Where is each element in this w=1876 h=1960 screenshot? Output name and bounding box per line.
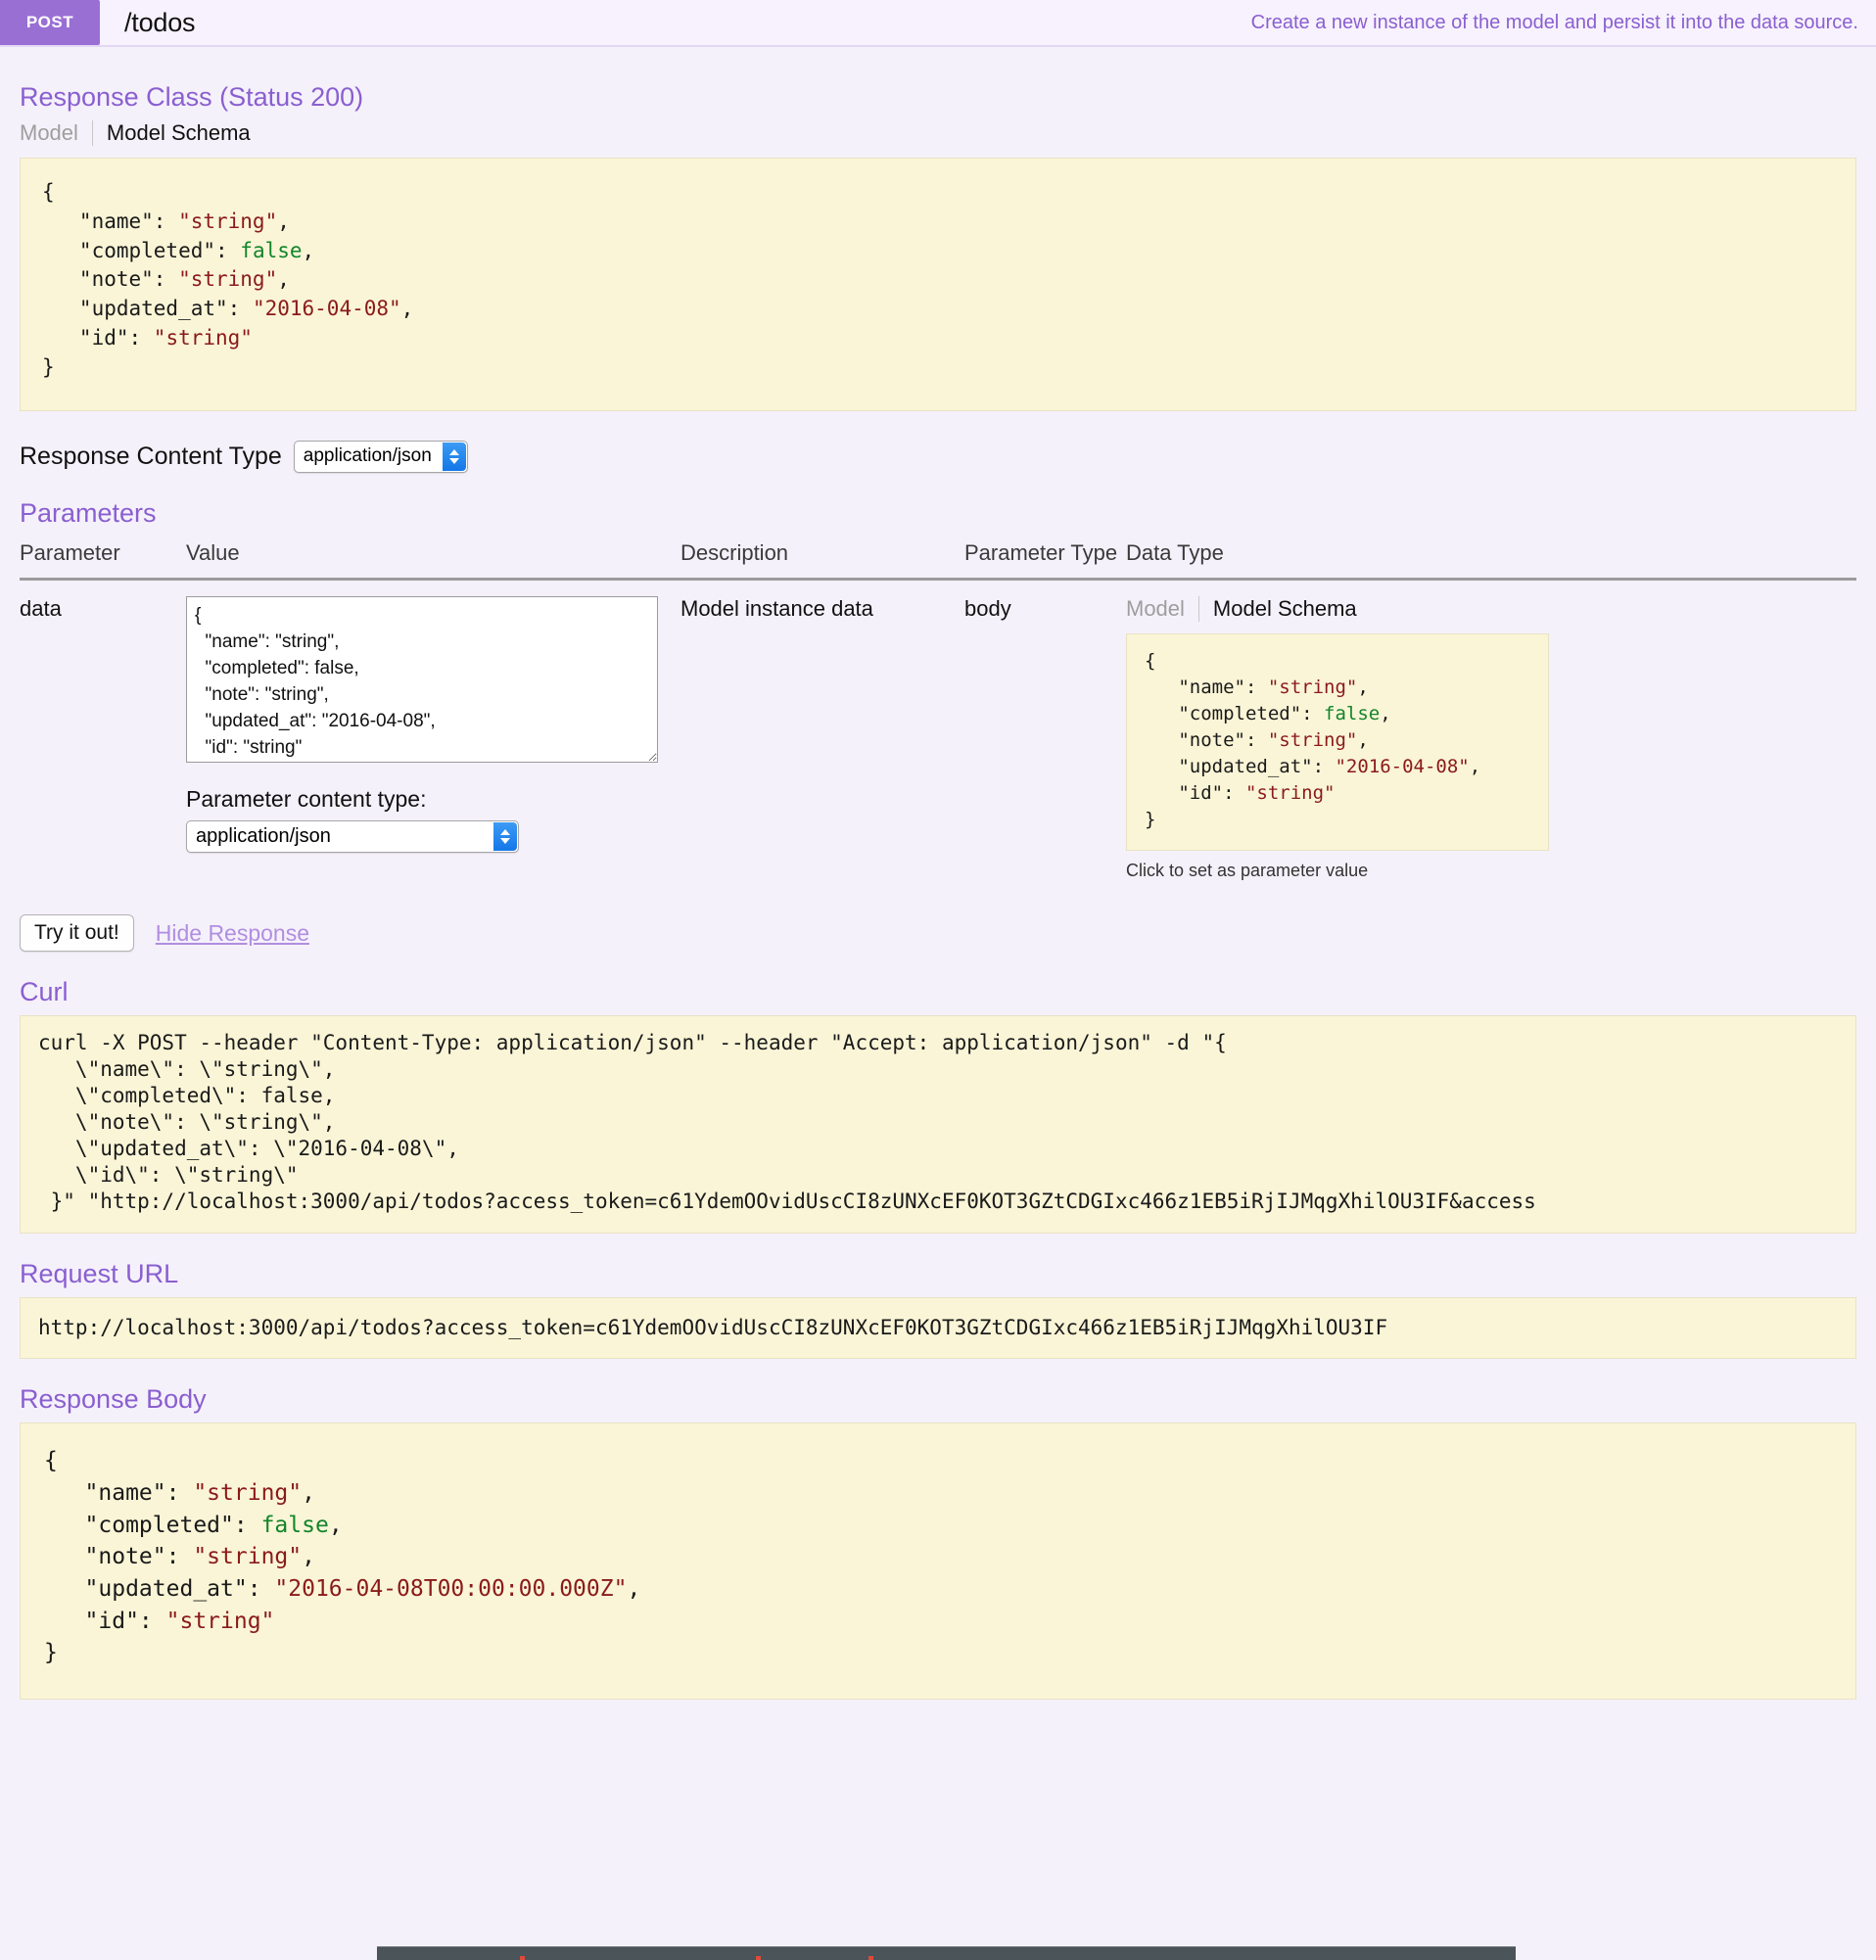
- column-header-parameter-type: Parameter Type: [964, 536, 1126, 581]
- try-it-out-button[interactable]: Try it out!: [20, 914, 134, 953]
- code-literal: "string": [1267, 676, 1358, 698]
- endpoint-path[interactable]: /todos: [100, 0, 196, 45]
- parameter-content-type-label: Parameter content type:: [186, 785, 427, 812]
- parameter-model-schema[interactable]: { "name": "string", "completed": false, …: [1126, 632, 1549, 852]
- request-url-title: Request URL: [20, 1258, 179, 1288]
- code-line: "updated_at": "2016-04-08",: [42, 297, 414, 321]
- column-header-description: Description: [680, 536, 964, 581]
- request-url-value[interactable]: http://localhost:3000/api/todos?access_t…: [20, 1296, 1856, 1360]
- operation-actions: Try it out! Hide Response: [20, 914, 1856, 953]
- code-literal: false: [240, 238, 303, 262]
- chevron-down-icon: [448, 457, 459, 464]
- tab-model[interactable]: Model: [1126, 595, 1199, 622]
- parameter-description: Model instance data: [680, 595, 873, 621]
- code-line: }: [44, 1640, 58, 1666]
- code-line: "name": "string",: [1145, 676, 1369, 698]
- parameter-schema-hint: Click to set as parameter value: [1126, 861, 1369, 881]
- code-line: "updated_at": "2016-04-08T00:00:00.000Z"…: [44, 1576, 641, 1603]
- code-line: "note": "string",: [42, 267, 290, 292]
- code-literal: false: [1324, 702, 1381, 724]
- column-header-value: Value: [186, 536, 680, 581]
- parameter-data-type-cell: Model Model Schema { "name": "string", "…: [1126, 579, 1856, 881]
- response-class-schema[interactable]: { "name": "string", "completed": false, …: [20, 158, 1856, 411]
- code-line: "note": "string",: [44, 1544, 315, 1570]
- code-literal: false: [260, 1512, 329, 1538]
- parameters-title: Parameters: [20, 497, 157, 528]
- parameter-content-type-select[interactable]: application/json: [186, 819, 519, 853]
- code-line: {: [42, 180, 55, 204]
- parameter-type: body: [964, 595, 1011, 621]
- code-line: "completed": false,: [1145, 702, 1391, 724]
- code-line: {: [1145, 649, 1156, 672]
- stepper-arrows-icon[interactable]: [493, 821, 517, 851]
- tab-model[interactable]: Model: [20, 120, 93, 146]
- parameters-table: Parameter Value Description Parameter Ty…: [20, 536, 1856, 882]
- code-literal: "string": [178, 209, 278, 233]
- parameters-header-row: Parameter Value Description Parameter Ty…: [20, 536, 1856, 581]
- code-literal: "string": [193, 1544, 303, 1570]
- response-body-title: Response Body: [20, 1384, 207, 1415]
- parameter-schema-tabs[interactable]: Model Model Schema: [1126, 595, 1856, 622]
- code-line: }: [1145, 808, 1156, 830]
- code-literal: "string": [178, 267, 278, 292]
- code-line: "id": "string": [42, 326, 253, 350]
- code-literal: "string": [165, 1608, 275, 1634]
- hide-response-link[interactable]: Hide Response: [156, 920, 309, 947]
- curl-command[interactable]: curl -X POST --header "Content-Type: app…: [20, 1015, 1856, 1234]
- code-line: "completed": false,: [42, 238, 315, 262]
- stepper-arrows-icon[interactable]: [442, 442, 466, 471]
- parameter-content-type-value: application/json: [196, 824, 331, 847]
- code-literal: "2016-04-08": [252, 297, 401, 321]
- code-line: "name": "string",: [44, 1480, 315, 1507]
- tab-model-schema[interactable]: Model Schema: [93, 120, 251, 146]
- column-header-parameter: Parameter: [20, 536, 186, 581]
- table-row: data Parameter content type: application…: [20, 579, 1856, 881]
- response-content-type-value: application/json: [303, 445, 432, 467]
- endpoint-description: Create a new instance of the model and p…: [1250, 11, 1858, 33]
- response-body-content[interactable]: { "name": "string", "completed": false, …: [20, 1423, 1856, 1700]
- code-line: "id": "string": [44, 1608, 275, 1634]
- response-content-type-label: Response Content Type: [20, 442, 282, 470]
- response-class-schema-tabs[interactable]: Model Model Schema: [20, 120, 1856, 146]
- http-method-badge: POST: [0, 0, 100, 45]
- code-line: {: [44, 1448, 58, 1474]
- code-line: "completed": false,: [44, 1512, 343, 1538]
- operation-body: Response Class (Status 200) Model Model …: [0, 82, 1876, 1700]
- code-line: "id": "string": [1145, 781, 1336, 804]
- parameter-value-cell: Parameter content type: application/json: [186, 579, 680, 881]
- code-literal: "string": [1267, 728, 1358, 751]
- code-line: "name": "string",: [42, 209, 290, 233]
- parameter-name: data: [20, 595, 62, 621]
- code-literal: "2016-04-08": [1335, 755, 1470, 777]
- parameter-value-textarea[interactable]: [186, 595, 658, 763]
- chevron-up-icon: [500, 828, 510, 835]
- column-header-data-type: Data Type: [1126, 536, 1856, 581]
- devtools-panel-sliver[interactable]: [377, 1946, 1516, 1960]
- endpoint-header-bar[interactable]: POST /todos Create a new instance of the…: [0, 0, 1876, 47]
- response-content-type-row: Response Content Type application/json: [20, 440, 1856, 473]
- code-literal: "string": [1244, 781, 1336, 804]
- chevron-up-icon: [448, 448, 459, 455]
- tab-model-schema[interactable]: Model Schema: [1199, 596, 1357, 622]
- code-line: "note": "string",: [1145, 728, 1369, 751]
- code-line: }: [42, 354, 55, 379]
- chevron-down-icon: [500, 837, 510, 844]
- code-literal: "string": [153, 326, 253, 350]
- curl-title: Curl: [20, 977, 69, 1007]
- code-line: "updated_at": "2016-04-08",: [1145, 755, 1481, 777]
- response-class-title: Response Class (Status 200): [20, 82, 364, 112]
- response-content-type-select[interactable]: application/json: [293, 440, 468, 473]
- code-literal: "2016-04-08T00:00:00.000Z": [274, 1576, 628, 1603]
- code-literal: "string": [193, 1480, 303, 1507]
